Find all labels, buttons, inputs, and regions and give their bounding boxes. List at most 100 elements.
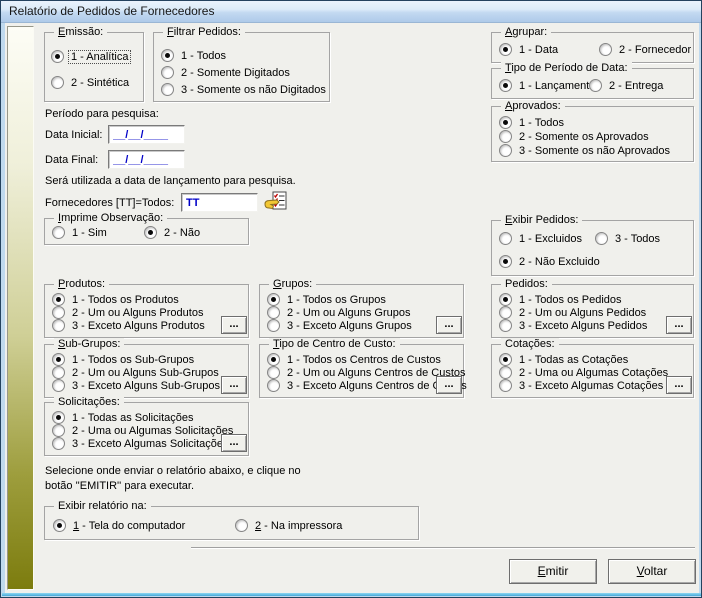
radio-pedidos-1[interactable]: 1 - Todos os Pedidos	[499, 293, 624, 306]
radio-label: 1 - Lançamento	[517, 80, 597, 92]
radio-label: 3 - Exceto Alguns Pedidos	[517, 320, 649, 332]
title-bar[interactable]: Relatório de Pedidos de Fornecedores	[1, 1, 701, 23]
radio-label: 2 - Somente os Aprovados	[517, 131, 651, 143]
radio-grupos-3[interactable]: 3 - Exceto Alguns Grupos	[267, 319, 414, 332]
radio-icon	[499, 353, 512, 366]
radio-periodo-entrega[interactable]: 2 - Entrega	[589, 79, 665, 92]
radio-label: 2 - Uma ou Algumas Cotações	[517, 367, 670, 379]
window-bottom-accent	[2, 593, 702, 596]
radio-icon	[52, 306, 65, 319]
start-date-input[interactable]	[108, 125, 185, 144]
group-filtrar-title: Filtrar Pedidos:	[163, 26, 245, 39]
radio-icon	[499, 379, 512, 392]
radio-icon	[53, 519, 66, 532]
supplier-lookup-icon[interactable]	[264, 191, 288, 213]
radio-solicitacoes-1[interactable]: 1 - Todas as Solicitações	[52, 411, 195, 424]
radio-relatorio-impressora[interactable]: 2 - Na impressora	[235, 519, 344, 532]
radio-aprovados-todos[interactable]: 1 - Todos	[499, 116, 566, 129]
radio-grupos-2[interactable]: 2 - Um ou Alguns Grupos	[267, 306, 413, 319]
radio-label: 2 - Um ou Alguns Pedidos	[517, 307, 648, 319]
radio-icon	[161, 49, 174, 62]
radio-icon	[52, 411, 65, 424]
suppliers-input[interactable]	[181, 193, 258, 212]
radio-icon	[595, 232, 608, 245]
group-imprime-observacao: Imprime Observação: 1 - Sim 2 - Não	[44, 218, 249, 245]
radio-exibir-nao-excluido[interactable]: 2 - Não Excluido	[499, 255, 602, 268]
emitir-button[interactable]: Emitir	[509, 559, 597, 584]
radio-subgrupos-1[interactable]: 1 - Todos os Sub-Grupos	[52, 353, 196, 366]
end-date-label: Data Final:	[45, 154, 98, 166]
browse-solicitacoes-button[interactable]: ...	[221, 434, 247, 452]
radio-agrupar-fornecedor[interactable]: 2 - Fornecedor	[599, 43, 693, 56]
radio-relatorio-tela[interactable]: 1 - Tela do computador	[53, 519, 187, 532]
group-subgrupos-title: Sub-Grupos:	[54, 338, 124, 351]
radio-icon	[52, 366, 65, 379]
radio-cotacoes-2[interactable]: 2 - Uma ou Algumas Cotações	[499, 366, 670, 379]
radio-imprime-sim[interactable]: 1 - Sim	[52, 226, 109, 239]
radio-produtos-1[interactable]: 1 - Todos os Produtos	[52, 293, 181, 306]
radio-icon	[499, 130, 512, 143]
window-title: Relatório de Pedidos de Fornecedores	[9, 4, 214, 18]
group-cotacoes: Cotações: 1 - Todas as Cotações 2 - Uma …	[491, 344, 694, 398]
radio-solicitacoes-3[interactable]: 3 - Exceto Algumas Solicitações	[52, 437, 231, 450]
radio-icon	[144, 226, 157, 239]
radio-filtrar-nao-digitados[interactable]: 3 - Somente os não Digitados	[161, 83, 328, 96]
browse-produtos-button[interactable]: ...	[221, 316, 247, 334]
radio-icon	[267, 379, 280, 392]
radio-pedidos-2[interactable]: 2 - Um ou Alguns Pedidos	[499, 306, 648, 319]
radio-periodo-lancamento[interactable]: 1 - Lançamento	[499, 79, 597, 92]
separator	[191, 547, 695, 549]
radio-produtos-3[interactable]: 3 - Exceto Alguns Produtos	[52, 319, 207, 332]
radio-exibir-todos[interactable]: 3 - Todos	[595, 232, 662, 245]
radio-subgrupos-3[interactable]: 3 - Exceto Alguns Sub-Grupos	[52, 379, 222, 392]
browse-grupos-button[interactable]: ...	[436, 316, 462, 334]
radio-icon	[52, 437, 65, 450]
radio-emissao-analitica[interactable]: 1 - Analítica	[51, 50, 130, 63]
browse-cotacoes-button[interactable]: ...	[666, 376, 692, 394]
radio-imprime-nao[interactable]: 2 - Não	[144, 226, 202, 239]
radio-filtrar-todos[interactable]: 1 - Todos	[161, 49, 228, 62]
group-aprovados-title: Aprovados:	[501, 100, 565, 113]
radio-produtos-2[interactable]: 2 - Um ou Alguns Produtos	[52, 306, 205, 319]
radio-icon	[499, 43, 512, 56]
radio-icon	[499, 144, 512, 157]
radio-label: 1 - Todos	[179, 50, 228, 62]
group-tipo-periodo-title: Tipo de Período de Data:	[501, 62, 632, 75]
browse-subgrupos-button[interactable]: ...	[221, 376, 247, 394]
radio-label: 1 - Todas as Solicitações	[70, 412, 195, 424]
radio-label: 2 - Sintética	[69, 77, 131, 89]
radio-label: 3 - Exceto Alguns Sub-Grupos	[70, 380, 222, 392]
browse-pedidos-button[interactable]: ...	[666, 316, 692, 334]
radio-cotacoes-1[interactable]: 1 - Todas as Cotações	[499, 353, 630, 366]
radio-icon	[52, 319, 65, 332]
radio-label: 2 - Um ou Alguns Grupos	[285, 307, 413, 319]
radio-pedidos-3[interactable]: 3 - Exceto Alguns Pedidos	[499, 319, 649, 332]
radio-subgrupos-2[interactable]: 2 - Um ou Alguns Sub-Grupos	[52, 366, 221, 379]
radio-label: 3 - Exceto Algumas Cotações	[517, 380, 665, 392]
radio-icon	[51, 76, 64, 89]
group-pedidos-title: Pedidos:	[501, 278, 552, 291]
radio-label: 1 - Todos os Sub-Grupos	[70, 354, 196, 366]
group-filtrar-pedidos: Filtrar Pedidos: 1 - Todos 2 - Somente D…	[153, 32, 330, 102]
radio-grupos-1[interactable]: 1 - Todos os Grupos	[267, 293, 388, 306]
radio-centro-1[interactable]: 1 - Todos os Centros de Custos	[267, 353, 443, 366]
radio-icon	[589, 79, 602, 92]
radio-cotacoes-3[interactable]: 3 - Exceto Algumas Cotações	[499, 379, 665, 392]
radio-agrupar-data[interactable]: 1 - Data	[499, 43, 560, 56]
radio-emissao-sintetica[interactable]: 2 - Sintética	[51, 76, 131, 89]
radio-label: 3 - Exceto Alguns Grupos	[285, 320, 414, 332]
radio-icon	[51, 50, 64, 63]
radio-label: 1 - Todas as Cotações	[517, 354, 630, 366]
radio-aprovados-nao[interactable]: 3 - Somente os não Aprovados	[499, 144, 672, 157]
radio-solicitacoes-2[interactable]: 2 - Uma ou Algumas Solicitações	[52, 424, 235, 437]
radio-exibir-excluidos[interactable]: 1 - Excluidos	[499, 232, 584, 245]
radio-icon	[499, 116, 512, 129]
radio-icon	[235, 519, 248, 532]
voltar-button[interactable]: Voltar	[608, 559, 696, 584]
browse-centro-custo-button[interactable]: ...	[436, 376, 462, 394]
end-date-input[interactable]	[108, 150, 185, 169]
radio-filtrar-digitados[interactable]: 2 - Somente Digitados	[161, 66, 292, 79]
radio-aprovados-somente[interactable]: 2 - Somente os Aprovados	[499, 130, 651, 143]
radio-label: 2 - Uma ou Algumas Solicitações	[70, 425, 235, 437]
radio-icon	[52, 353, 65, 366]
